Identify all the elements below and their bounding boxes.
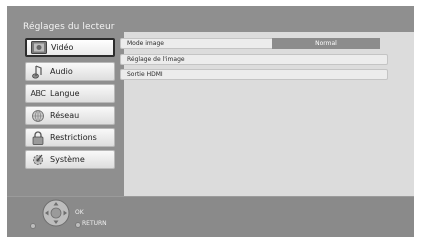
- abc-language-icon: ABC: [30, 89, 46, 98]
- gear-system-icon: [30, 153, 46, 167]
- dpad-navigation-icon: [38, 198, 74, 232]
- dot-left-icon: [30, 223, 36, 229]
- sidebar-item-video[interactable]: Vidéo: [25, 38, 115, 57]
- video-icon: [31, 41, 47, 55]
- setting-value: Normal: [315, 40, 337, 47]
- sidebar-item-label: Langue: [50, 89, 80, 98]
- sidebar-item-label: Restrictions: [50, 133, 97, 142]
- setting-label: Sortie HDMI: [127, 71, 163, 78]
- setting-label: Mode image: [127, 40, 164, 47]
- setting-value-mode-image[interactable]: Normal: [272, 38, 380, 49]
- return-hint: RETURN: [82, 220, 107, 227]
- audio-icon: [30, 64, 46, 79]
- sidebar-item-label: Audio: [50, 67, 73, 76]
- globe-network-icon: [30, 109, 46, 123]
- sidebar-item-audio[interactable]: Audio: [25, 62, 115, 81]
- sidebar-item-restrictions[interactable]: Restrictions: [25, 128, 115, 147]
- sidebar-item-label: Système: [50, 155, 85, 164]
- setting-label: Réglage de l'image: [127, 56, 185, 63]
- sidebar-item-reseau[interactable]: Réseau: [25, 106, 115, 125]
- setting-row-sortie-hdmi[interactable]: Sortie HDMI: [120, 69, 388, 80]
- setting-row-reglage-image[interactable]: Réglage de l'image: [120, 54, 388, 65]
- sidebar-item-label: Réseau: [50, 111, 80, 120]
- setting-row-mode-image[interactable]: Mode image: [120, 38, 274, 49]
- return-dot-icon: [75, 222, 81, 228]
- sidebar-item-systeme[interactable]: Système: [25, 150, 115, 169]
- ok-hint: OK: [75, 209, 84, 216]
- sidebar-item-langue[interactable]: ABC Langue: [25, 84, 115, 103]
- padlock-icon: [30, 130, 46, 145]
- sidebar-item-label: Vidéo: [51, 43, 74, 52]
